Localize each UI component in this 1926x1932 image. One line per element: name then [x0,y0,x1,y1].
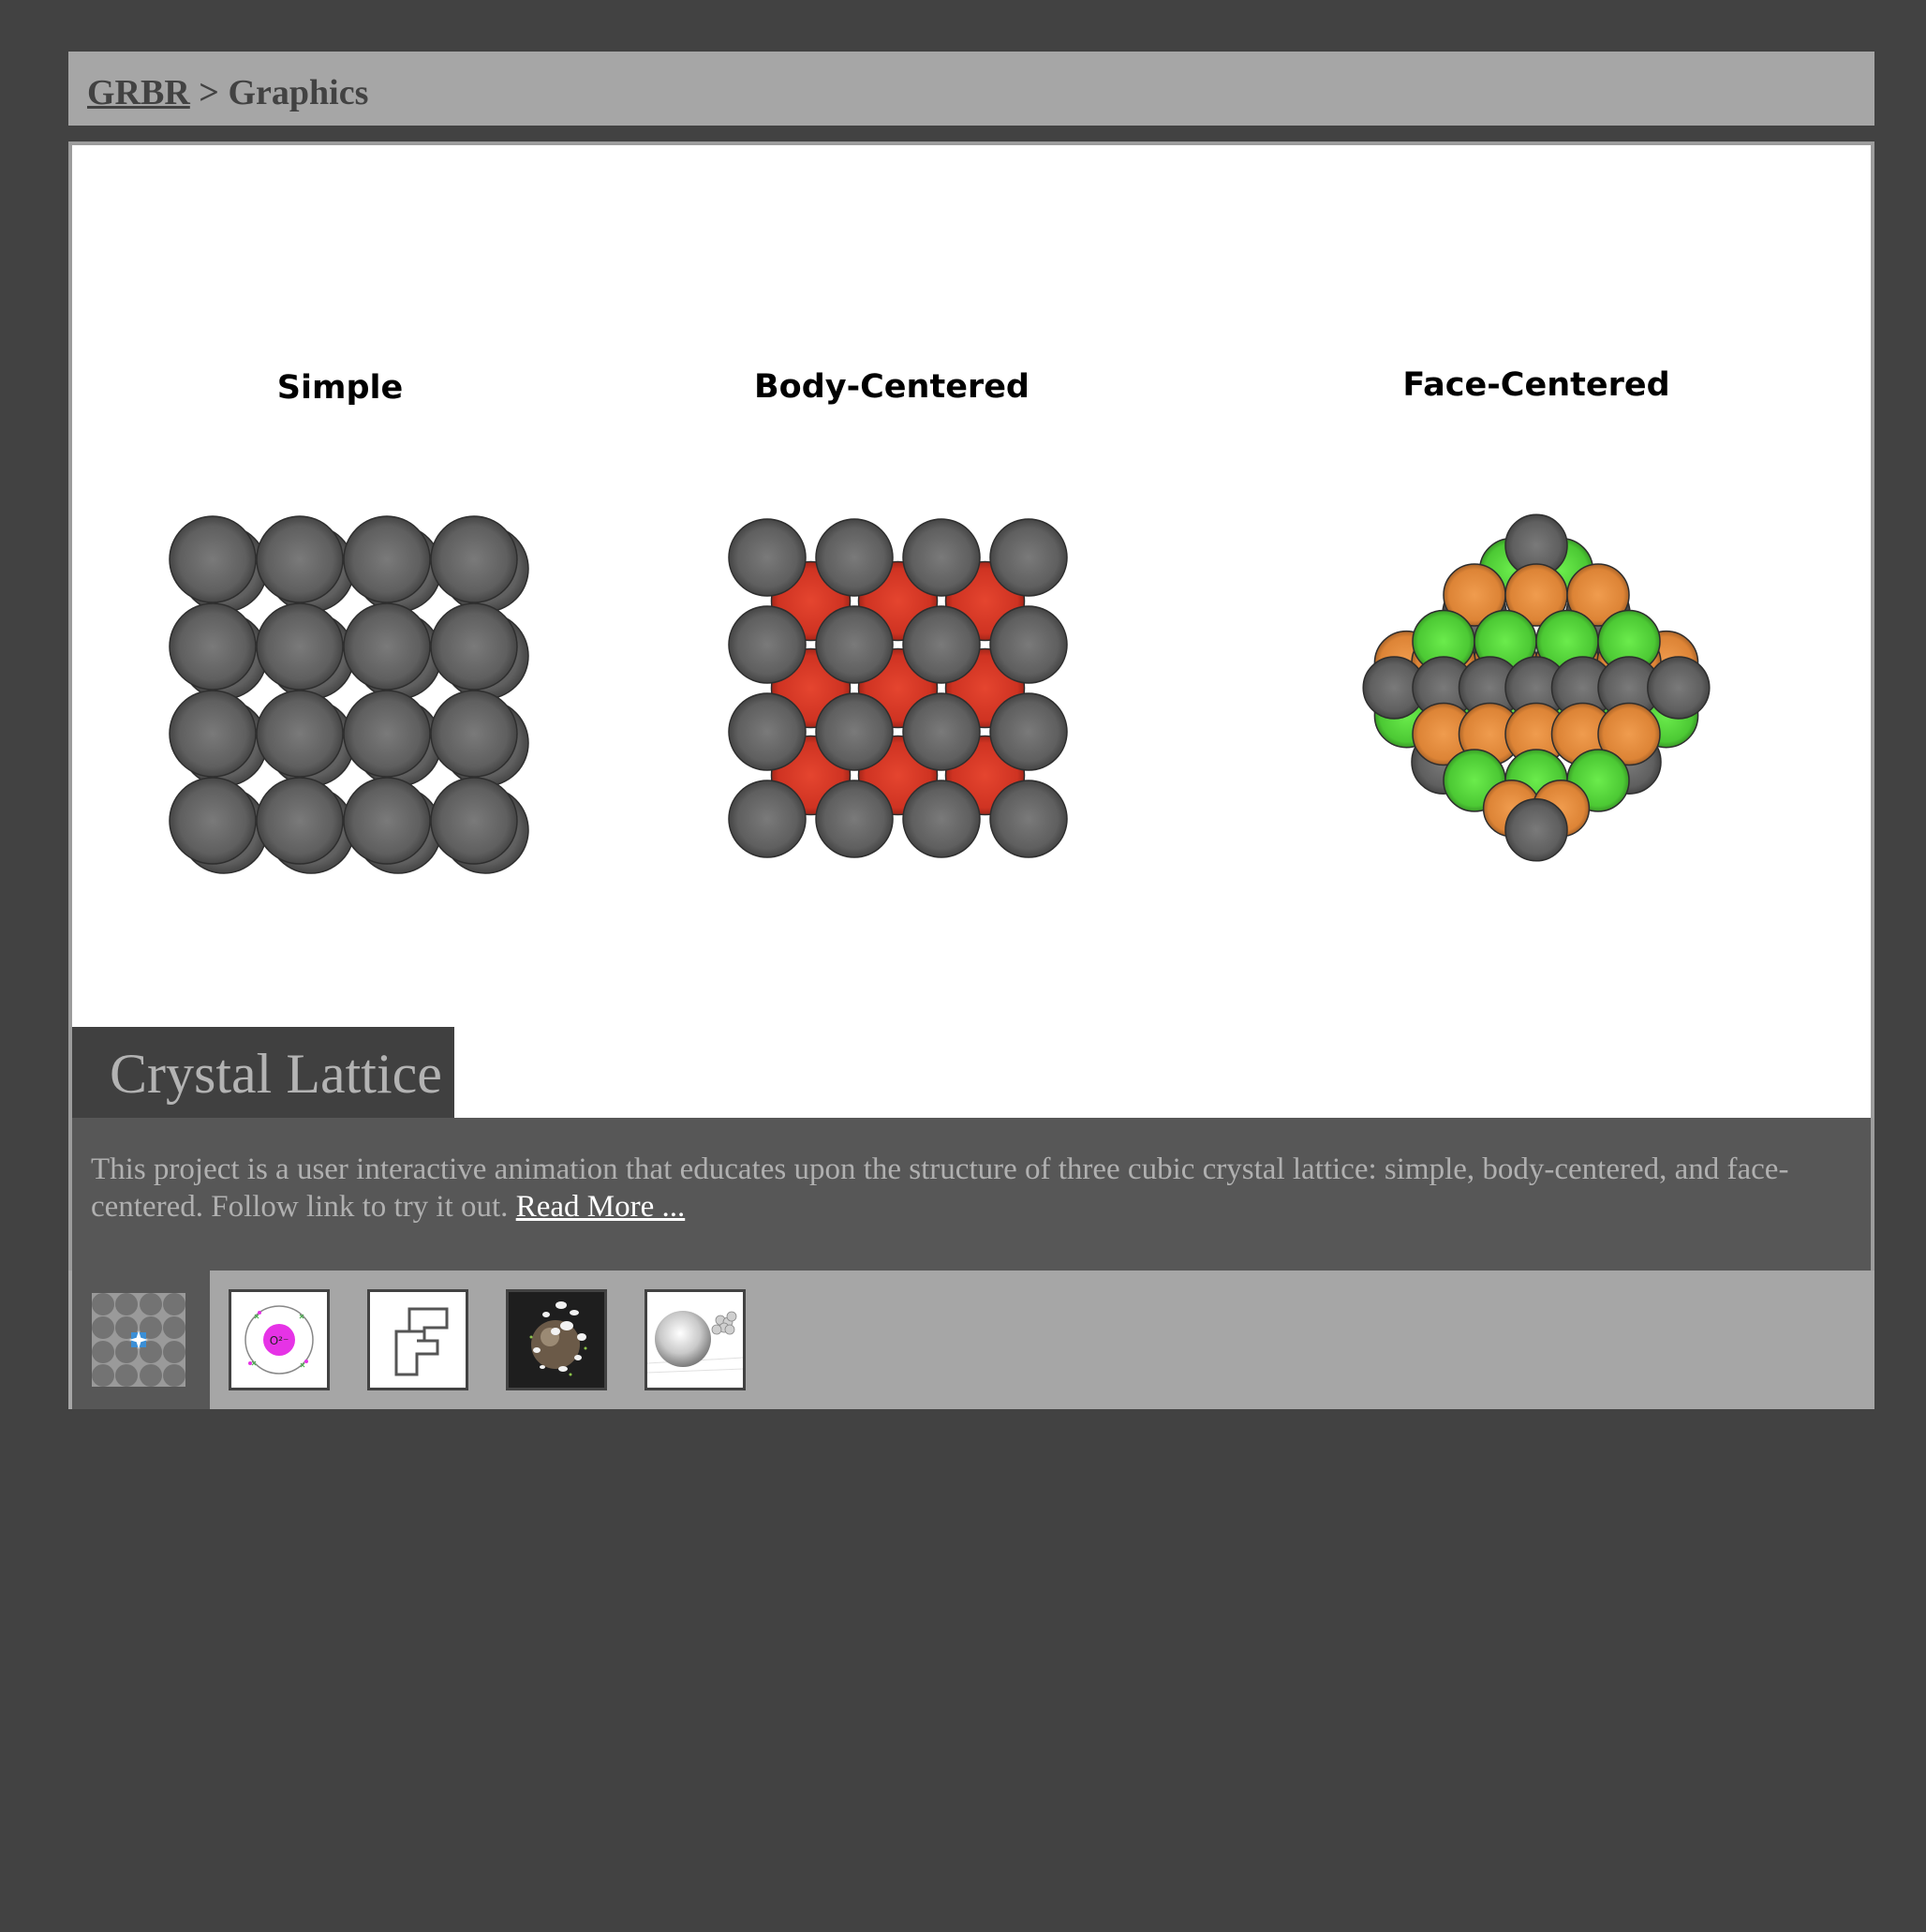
project-title: Crystal Lattice [72,1027,454,1118]
face-centered-lattice [1362,513,1711,862]
simple-atom [256,777,344,865]
thumbnail-strip: O²⁻ [68,1271,1874,1409]
breadcrumb-separator: > [199,73,219,112]
simple-atom [256,602,344,691]
simple-atom [169,690,257,778]
project-description-box: This project is a user interactive anima… [72,1118,1871,1271]
atom-ion-label: O²⁻ [270,1334,289,1347]
body-corner-atom [902,605,981,684]
body-corner-atom [989,780,1068,858]
crystal-lattice-thumbnail[interactable] [92,1293,185,1387]
simple-atom [169,515,257,603]
breadcrumb: GRBR > Graphics [68,52,1874,126]
body-centered-lattice [728,518,1068,858]
simple-atom [343,602,431,691]
simple-atom [430,602,518,691]
body-corner-atom [815,780,894,858]
face-grey-atom [1647,656,1711,720]
read-more-link[interactable]: Read More ... [516,1190,686,1224]
simple-atom [169,777,257,865]
simple-atom [430,690,518,778]
simple-atom [343,515,431,603]
lattice-viewer[interactable]: Simple Body-Centered Face-Centered [72,145,1871,1118]
project-description: This project is a user interactive anima… [91,1152,1789,1224]
body-corner-atom [902,692,981,771]
body-corner-atom [728,780,807,858]
body-corner-atom [815,605,894,684]
simple-atom [343,690,431,778]
body-corner-atom [815,518,894,597]
body-corner-atom [989,518,1068,597]
breadcrumb-current: Graphics [228,73,369,112]
label-body-centered: Body-Centered [754,368,1030,406]
label-face-centered: Face-Centered [1402,366,1669,404]
simple-atom [430,515,518,603]
simple-atom [169,602,257,691]
body-corner-atom [728,518,807,597]
breadcrumb-root-link[interactable]: GRBR [87,73,190,112]
simple-atom [343,777,431,865]
simple-atom [256,515,344,603]
body-corner-atom [989,605,1068,684]
body-corner-atom [902,780,981,858]
face-bottom-atom [1504,798,1568,862]
body-corner-atom [815,692,894,771]
body-corner-atom [989,692,1068,771]
particle-sphere-thumbnail[interactable] [506,1289,607,1390]
project-panel: Simple Body-Centered Face-Centered Cryst… [68,141,1874,1409]
body-corner-atom [728,692,807,771]
simple-lattice [169,515,529,874]
maze-thumbnail[interactable] [367,1289,468,1390]
body-corner-atom [902,518,981,597]
simple-atom [256,690,344,778]
sphere-collision-thumbnail[interactable] [644,1289,746,1390]
simple-atom [430,777,518,865]
lattice-canvas[interactable]: Simple Body-Centered Face-Centered [72,145,1871,1118]
atom-orbital-thumbnail[interactable]: O²⁻ [229,1289,330,1390]
label-simple: Simple [277,369,403,407]
body-corner-atom [728,605,807,684]
